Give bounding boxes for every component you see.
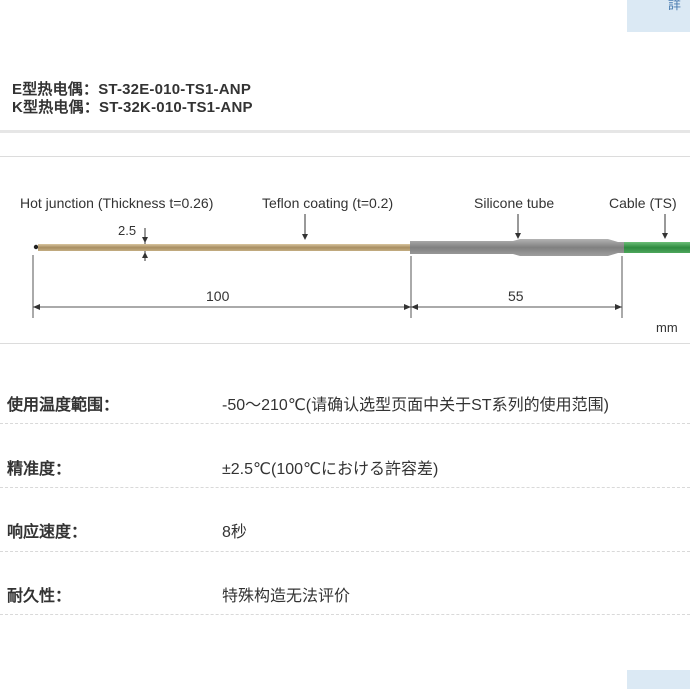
dim-100-arrow-left bbox=[33, 304, 40, 310]
thickness-arrow-up bbox=[142, 252, 148, 258]
spec-divider bbox=[0, 551, 690, 552]
spec-label-temperature: 使用温度範围： bbox=[7, 397, 120, 414]
dim-55-label: 55 bbox=[508, 288, 524, 304]
cable-arrow bbox=[662, 233, 668, 239]
hot-junction-label: Hot junction (Thickness t=0.26) bbox=[20, 195, 213, 211]
teflon-label: Teflon coating (t=0.2) bbox=[262, 195, 393, 211]
silicone-arrow bbox=[515, 233, 521, 239]
spec-value-accuracy: ±2.5℃(100℃における許容差) bbox=[222, 461, 439, 478]
diagram-top-divider bbox=[0, 156, 690, 157]
dim-100-arrow-right bbox=[404, 304, 411, 310]
spec-value-response: 8秒 bbox=[222, 524, 247, 541]
thickness-dim-label: 2.5 bbox=[118, 223, 136, 238]
spec-label-accuracy: 精准度： bbox=[7, 461, 72, 478]
hot-junction-dot bbox=[33, 244, 39, 250]
bottom-corner-button[interactable] bbox=[627, 670, 690, 689]
silicone-label: Silicone tube bbox=[474, 195, 554, 211]
spec-divider bbox=[0, 423, 690, 424]
spec-label-durability: 耐久性： bbox=[7, 588, 72, 605]
spec-divider bbox=[0, 614, 690, 615]
teflon-probe bbox=[38, 244, 412, 251]
dim-100-label: 100 bbox=[206, 288, 230, 304]
teflon-arrow bbox=[302, 234, 308, 240]
silicone-tube bbox=[410, 239, 624, 256]
unit-label: mm bbox=[656, 320, 678, 335]
detail-button[interactable]: 詳 bbox=[627, 0, 690, 32]
cable-label: Cable (TS) bbox=[609, 195, 677, 211]
diagram-bottom-divider bbox=[0, 343, 690, 344]
spec-value-durability: 特殊构造无法评价 bbox=[222, 588, 351, 605]
thickness-arrow-down bbox=[142, 237, 148, 243]
spec-value-temperature: -50～210℃(请确认选型页面中关于ST系列的使用范围) bbox=[222, 397, 609, 414]
header-divider bbox=[0, 130, 690, 133]
spec-divider bbox=[0, 487, 690, 488]
model-k-title: K型热电偶：ST-32K-010-TS1-ANP bbox=[12, 99, 253, 116]
dim-55-arrow-right bbox=[615, 304, 622, 310]
dim-55-arrow-left bbox=[411, 304, 418, 310]
cable bbox=[624, 242, 690, 253]
spec-label-response: 响应速度： bbox=[7, 524, 88, 541]
detail-button-label: 詳 bbox=[668, 0, 682, 12]
thermocouple-diagram: Hot junction (Thickness t=0.26) Teflon c… bbox=[20, 195, 690, 335]
